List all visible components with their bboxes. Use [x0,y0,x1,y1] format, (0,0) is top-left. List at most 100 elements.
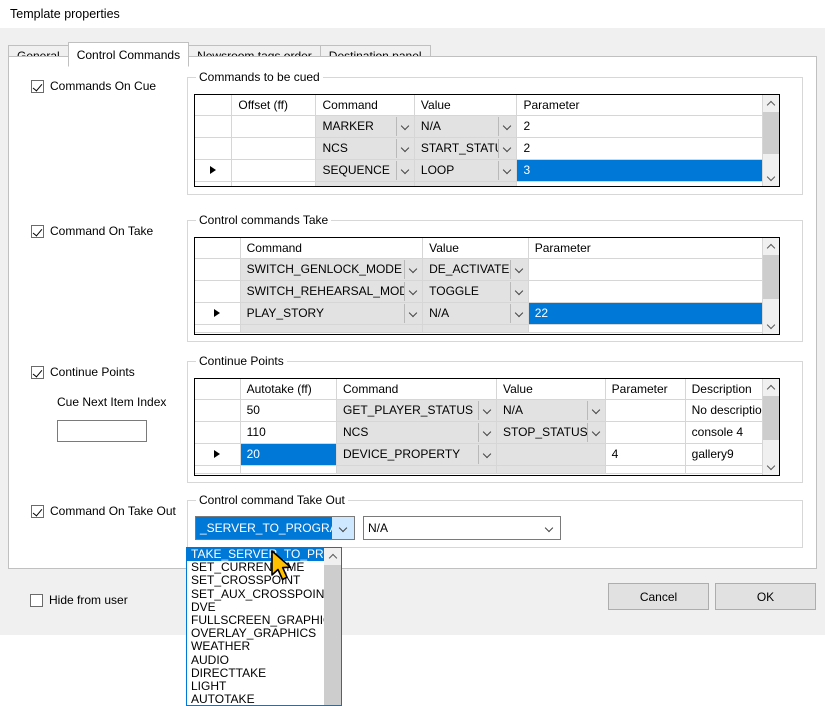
col-command[interactable]: Command [337,379,497,399]
continue-points-checkbox[interactable] [31,366,44,379]
col-command[interactable]: Command [240,238,423,258]
dropdown-item[interactable]: WEATHER [187,640,324,653]
cell-parameter[interactable] [528,280,778,302]
table-row[interactable]: SWITCH_REHEARSAL_MODE TOGGLE [195,280,779,302]
dropdown-item[interactable]: AUTOTAKE [187,693,324,705]
scroll-up-button[interactable] [763,238,779,255]
cell-value-combo[interactable]: N/A [423,302,529,324]
cell-command-combo[interactable]: SWITCH_REHEARSAL_MODE [240,280,423,302]
dropdown-item[interactable]: SET_AUX_CROSSPOINT [187,588,324,601]
cell-parameter[interactable] [605,465,685,473]
ok-button[interactable]: OK [715,583,816,610]
cell-command-combo[interactable]: NCS [337,421,497,443]
command-on-take-out-checkbox-row[interactable]: Command On Take Out [31,504,176,518]
scroll-up-button[interactable] [324,548,341,565]
cell-command-combo[interactable]: DEVICE_PROPERTY [337,443,497,465]
command-on-take-out-checkbox[interactable] [31,505,44,518]
grid-vertical-scrollbar[interactable] [762,379,779,475]
chevron-down-icon[interactable] [404,260,422,279]
table-row[interactable]: MARKER N/A 2 [195,115,779,137]
tab-control-commands[interactable]: Control Commands [68,42,189,67]
row-marker-cell[interactable] [195,258,240,280]
scroll-down-button[interactable] [763,317,779,334]
chevron-down-icon[interactable] [396,117,414,136]
cell-value-combo[interactable]: TOGGLE [423,280,529,302]
cell-command-combo[interactable]: SWITCH_GENLOCK_MODE [240,258,423,280]
cell-autotake[interactable]: 50 [240,399,336,421]
col-value[interactable]: Value [496,379,605,399]
cancel-button[interactable]: Cancel [608,583,709,610]
chevron-down-icon[interactable] [538,517,560,539]
dropdown-item[interactable]: TAKE_SERVER_TO_PROG [187,548,324,561]
chevron-down-icon[interactable] [498,161,516,180]
row-marker-cell[interactable] [195,137,232,159]
cell-command-combo[interactable]: PLAY_STORY [240,302,423,324]
cell-parameter[interactable] [605,421,685,443]
table-row-new[interactable] [195,465,779,473]
cell-command-combo[interactable] [316,181,414,187]
continue-points-checkbox-row[interactable]: Continue Points [31,365,135,379]
continue-points-grid[interactable]: Autotake (ff) Command Value Parameter De… [194,378,780,476]
chevron-down-icon[interactable] [478,445,496,464]
cue-next-item-index-input[interactable] [57,420,147,442]
row-marker-cell[interactable] [195,399,240,421]
take-out-command-combobox[interactable]: _SERVER_TO_PROGRAM [195,516,355,540]
command-on-take-checkbox[interactable] [31,225,44,238]
row-marker-cell[interactable] [195,280,240,302]
cell-value-combo[interactable] [414,181,517,187]
cell-value-combo[interactable]: DE_ACTIVATE [423,258,529,280]
row-marker-cell[interactable] [195,465,240,473]
dropdown-item[interactable]: DVE [187,601,324,614]
cell-parameter[interactable] [528,324,778,332]
dropdown-item[interactable]: AUDIO [187,654,324,667]
col-rowheader[interactable] [195,379,240,399]
cell-autotake[interactable] [240,465,336,473]
cell-command-combo[interactable] [337,465,497,473]
commands-on-cue-checkbox[interactable] [31,80,44,93]
grid-vertical-scrollbar[interactable] [762,238,779,334]
cell-value-combo[interactable] [496,443,605,465]
dropdown-item[interactable]: SET_CROSSPOINT [187,574,324,587]
cell-command-combo[interactable]: GET_PLAYER_STATUS [337,399,497,421]
scrollbar-thumb[interactable] [763,112,779,154]
chevron-down-icon[interactable] [510,304,528,323]
cell-parameter[interactable]: 4 [605,443,685,465]
scrollbar-thumb[interactable] [324,565,341,705]
cell-offset[interactable] [232,137,316,159]
take-out-value-combobox[interactable]: N/A [363,516,561,540]
table-row[interactable]: 50 GET_PLAYER_STATUS N/A No description [195,399,779,421]
col-value[interactable]: Value [414,95,517,115]
row-marker-cell[interactable] [195,302,240,324]
chevron-down-icon[interactable] [396,161,414,180]
row-marker-cell[interactable] [195,324,240,332]
scrollbar-thumb[interactable] [763,396,779,440]
col-parameter[interactable]: Parameter [605,379,685,399]
cell-value-combo[interactable]: STOP_STATUS [496,421,605,443]
cell-offset[interactable] [232,181,316,187]
chevron-down-icon[interactable] [478,401,496,420]
cell-parameter-selected[interactable]: 22 [528,302,778,324]
cell-value-combo[interactable]: LOOP [414,159,517,181]
dropdown-item[interactable]: FULLSCREEN_GRAPHICS [187,614,324,627]
cell-value-combo[interactable]: N/A [414,115,517,137]
cell-parameter[interactable]: 2 [517,115,779,137]
col-parameter[interactable]: Parameter [528,238,778,258]
scroll-up-button[interactable] [763,95,779,112]
cell-command-combo[interactable]: NCS [316,137,414,159]
cell-offset[interactable] [232,159,316,181]
cell-autotake-selected[interactable]: 20 [240,443,336,465]
cell-parameter-selected[interactable]: 3 [517,159,779,181]
col-value[interactable]: Value [423,238,529,258]
dropdown-item[interactable]: OVERLAY_GRAPHICS [187,627,324,640]
scrollbar-thumb[interactable] [763,255,779,299]
dropdown-item[interactable]: DIRECTTAKE [187,667,324,680]
hide-from-user-checkbox-row[interactable]: Hide from user [30,593,128,607]
cell-parameter[interactable] [517,181,779,187]
col-offset[interactable]: Offset (ff) [232,95,316,115]
scroll-up-button[interactable] [763,379,779,396]
dropdown-item[interactable]: LIGHT [187,680,324,693]
row-marker-cell[interactable] [195,421,240,443]
table-row[interactable]: PLAY_STORY N/A 22 [195,302,779,324]
col-command[interactable]: Command [316,95,414,115]
table-row[interactable]: 110 NCS STOP_STATUS console 4 [195,421,779,443]
